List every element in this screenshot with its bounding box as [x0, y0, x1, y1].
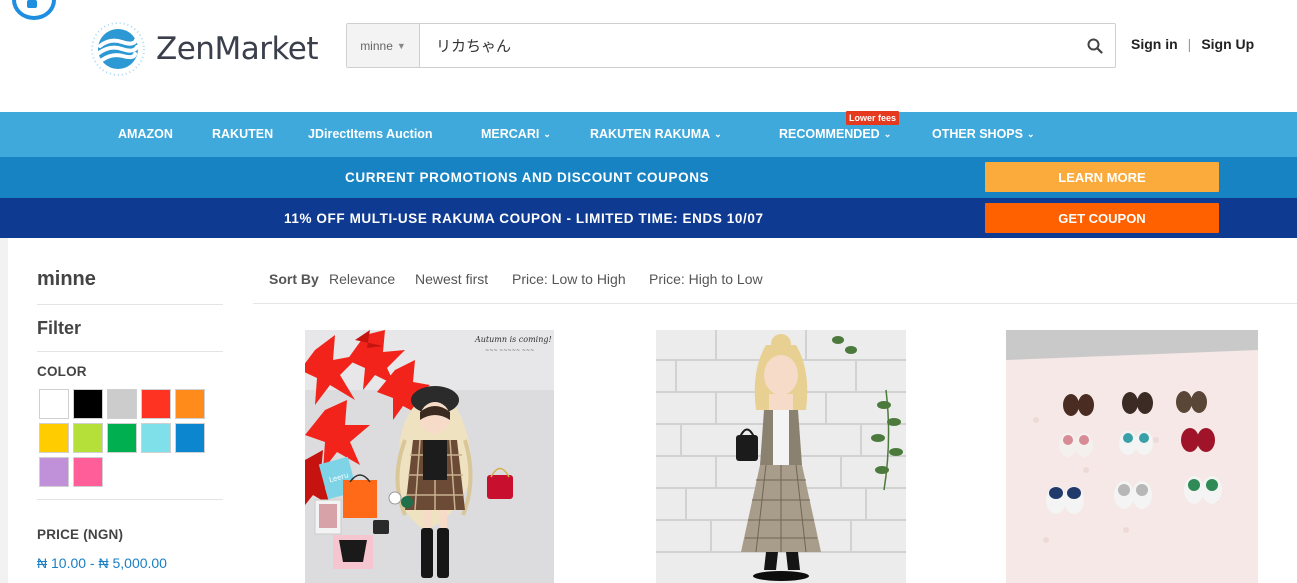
search-input[interactable]	[420, 24, 1075, 67]
nav-item-jdirectitems[interactable]: JDirectItems Auction	[308, 112, 433, 157]
color-swatch-green[interactable]	[107, 423, 137, 453]
color-swatch-yellow[interactable]	[39, 423, 69, 453]
chevron-down-icon: ⌄	[883, 129, 892, 139]
color-swatch-purple[interactable]	[39, 457, 69, 487]
nav-item-label: RAKUTEN RAKUMA	[590, 127, 711, 141]
nav-item-label: AMAZON	[118, 127, 173, 141]
nav-item-label: RAKUTEN	[212, 127, 274, 141]
lower-fees-badge: Lower fees	[846, 111, 900, 125]
product-image	[656, 330, 906, 583]
divider	[37, 351, 223, 352]
chevron-down-icon: ⌄	[714, 129, 722, 139]
nav-item-rakuten[interactable]: RAKUTEN	[212, 112, 273, 157]
nav-item-amazon[interactable]: AMAZON	[118, 112, 173, 157]
product-image	[1006, 330, 1258, 583]
chevron-down-icon: ⌄	[543, 129, 551, 139]
filter-title: Filter	[37, 318, 82, 338]
color-swatch-white[interactable]	[39, 389, 69, 419]
product-card[interactable]: Autumn is coming! ~~~ ~~~~~ ~~~ Leeru	[305, 330, 554, 583]
nav-item-other-shops[interactable]: OTHER SHOPS ⌄	[932, 112, 1035, 157]
product-card[interactable]	[656, 330, 906, 583]
color-swatch-blue[interactable]	[175, 423, 205, 453]
photo-caption: Autumn is coming!	[474, 335, 552, 344]
color-swatch-black[interactable]	[73, 389, 103, 419]
divider	[37, 499, 223, 500]
nav-item-label: MERCARI	[481, 127, 540, 141]
zenmarket-logo-icon	[91, 22, 145, 76]
color-swatch-orange[interactable]	[175, 389, 205, 419]
sort-bar	[253, 238, 1297, 304]
shop-select[interactable]: minne ▼	[347, 24, 420, 67]
promo-bar-promotions: CURRENT PROMOTIONS AND DISCOUNT COUPONS …	[0, 157, 1297, 198]
nav-item-label: OTHER SHOPS	[932, 127, 1023, 141]
price-range-link[interactable]: ₦ 10.00 - ₦ 5,000.00	[37, 555, 167, 571]
sort-option-price-low-high[interactable]: Price: Low to High	[512, 271, 626, 287]
promo-text: 11% OFF MULTI-USE RAKUMA COUPON - LIMITE…	[284, 210, 764, 226]
sign-up-link[interactable]: Sign Up	[1201, 36, 1254, 52]
auth-links: Sign in | Sign Up	[1131, 36, 1254, 52]
auth-separator: |	[1187, 36, 1192, 52]
color-swatch-light-blue[interactable]	[141, 423, 171, 453]
sign-in-link[interactable]: Sign in	[1131, 36, 1178, 52]
sort-option-newest[interactable]: Newest first	[415, 271, 488, 287]
color-label: COLOR	[37, 364, 87, 379]
promo-bar-coupon: 11% OFF MULTI-USE RAKUMA COUPON - LIMITE…	[0, 198, 1297, 238]
notification-icon[interactable]	[12, 0, 56, 20]
divider	[37, 304, 223, 305]
shop-select-value: minne	[360, 38, 393, 53]
site-header: ZenMarket minne ▼ Sign in | Sign Up	[0, 0, 1297, 112]
sort-option-price-high-low[interactable]: Price: High to Low	[649, 271, 763, 287]
main-nav: AMAZON RAKUTEN JDirectItems Auction MERC…	[0, 112, 1297, 157]
logo[interactable]: ZenMarket	[88, 20, 319, 78]
nav-item-mercari[interactable]: MERCARI ⌄	[481, 112, 551, 157]
color-swatch-pink[interactable]	[73, 457, 103, 487]
color-swatch-gray[interactable]	[107, 389, 137, 419]
nav-item-rakuten-rakuma[interactable]: RAKUTEN RAKUMA ⌄	[590, 112, 722, 157]
search-icon	[1087, 38, 1103, 54]
get-coupon-button[interactable]: GET COUPON	[985, 203, 1219, 233]
price-label: PRICE (NGN)	[37, 527, 124, 542]
svg-text:~~~ ~~~~~ ~~~: ~~~ ~~~~~ ~~~	[485, 348, 534, 354]
caret-down-icon: ▼	[396, 40, 406, 51]
shop-title: minne	[37, 268, 96, 290]
nav-item-label: JDirectItems Auction	[308, 127, 433, 141]
sidebar-edge	[0, 238, 8, 583]
color-swatch-red[interactable]	[141, 389, 171, 419]
product-image: Autumn is coming! ~~~ ~~~~~ ~~~ Leeru	[305, 330, 554, 583]
nav-item-label: RECOMMENDED	[779, 127, 880, 141]
promo-text: CURRENT PROMOTIONS AND DISCOUNT COUPONS	[345, 170, 710, 185]
sort-label: Sort By	[269, 271, 319, 287]
logo-text: ZenMarket	[156, 31, 319, 67]
learn-more-button[interactable]: LEARN MORE	[985, 162, 1219, 192]
search-bar: minne ▼	[346, 23, 1116, 68]
sort-option-relevance[interactable]: Relevance	[329, 271, 395, 287]
chevron-down-icon: ⌄	[1027, 129, 1035, 139]
search-button[interactable]	[1075, 24, 1115, 67]
product-card[interactable]	[1006, 330, 1258, 583]
color-swatch-lime[interactable]	[73, 423, 103, 453]
